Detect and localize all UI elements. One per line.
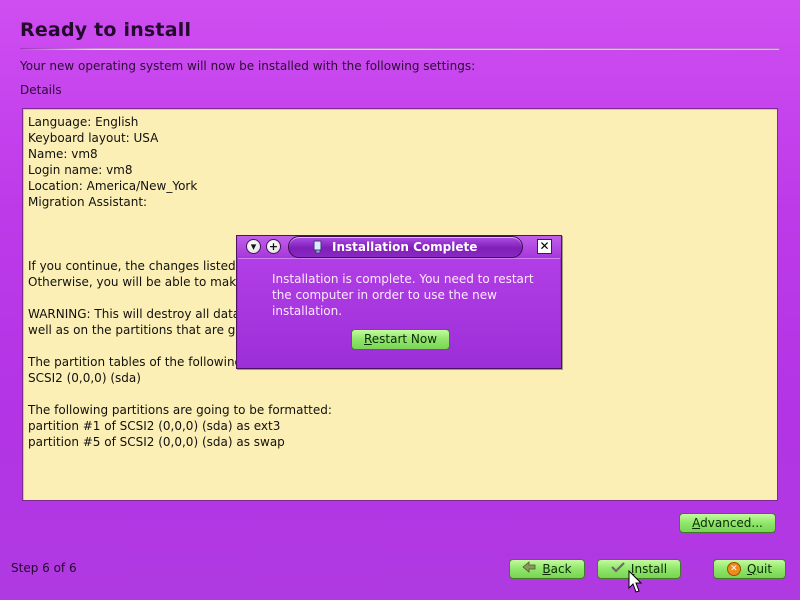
page-subtitle: Your new operating system will now be in… (20, 59, 476, 73)
back-mnemonic: B (542, 562, 551, 576)
details-line: Language: English (28, 115, 139, 129)
step-indicator: Step 6 of 6 (11, 561, 77, 575)
details-line (28, 386, 777, 402)
back-label-rest: ack (550, 562, 572, 576)
check-icon (611, 561, 625, 577)
details-line: SCSI2 (0,0,0) (sda) (28, 371, 141, 385)
page-title: Ready to install (20, 19, 192, 41)
mouse-cursor-icon (628, 570, 642, 593)
restart-now-button[interactable]: Restart Now (351, 329, 450, 350)
details-line (28, 210, 777, 226)
quit-button[interactable]: ✕ Quit (713, 559, 786, 579)
dialog-title-pill[interactable]: Installation Complete (288, 236, 523, 258)
back-button[interactable]: Back (509, 559, 585, 579)
installation-complete-dialog: ▾ + Installation Complete ✕ Installation… (236, 235, 562, 369)
details-line: Keyboard layout: USA (28, 131, 159, 145)
details-line: partition #5 of SCSI2 (0,0,0) (sda) as s… (28, 435, 285, 449)
minimize-icon[interactable]: ▾ (246, 239, 261, 254)
advanced-mnemonic: A (692, 516, 701, 530)
quit-icon: ✕ (726, 562, 741, 576)
maximize-icon[interactable]: + (266, 239, 281, 254)
details-line: partition #1 of SCSI2 (0,0,0) (sda) as e… (28, 419, 281, 433)
dialog-body: Installation is complete. You need to re… (238, 258, 560, 367)
title-divider (20, 48, 779, 50)
details-line: Name: vm8 (28, 147, 98, 161)
quit-mnemonic: Q (746, 562, 757, 576)
advanced-label-rest: dvanced... (700, 516, 763, 530)
dialog-title: Installation Complete (332, 240, 478, 254)
quit-label-rest: uit (756, 562, 773, 576)
close-icon[interactable]: ✕ (537, 239, 552, 254)
details-line: The following partitions are going to be… (28, 403, 332, 417)
back-arrow-icon (522, 561, 536, 577)
restart-label-rest: estart Now (371, 332, 438, 346)
installer-icon (311, 240, 325, 254)
details-label: Details (20, 83, 62, 97)
restart-mnemonic: R (363, 332, 372, 346)
advanced-button[interactable]: Advanced... (679, 513, 776, 533)
dialog-titlebar[interactable]: ▾ + Installation Complete ✕ (237, 236, 561, 258)
details-line: Location: America/New_York (28, 179, 198, 193)
dialog-message: Installation is complete. You need to re… (272, 272, 534, 318)
details-line: Migration Assistant: (28, 195, 148, 209)
details-line: Login name: vm8 (28, 163, 133, 177)
